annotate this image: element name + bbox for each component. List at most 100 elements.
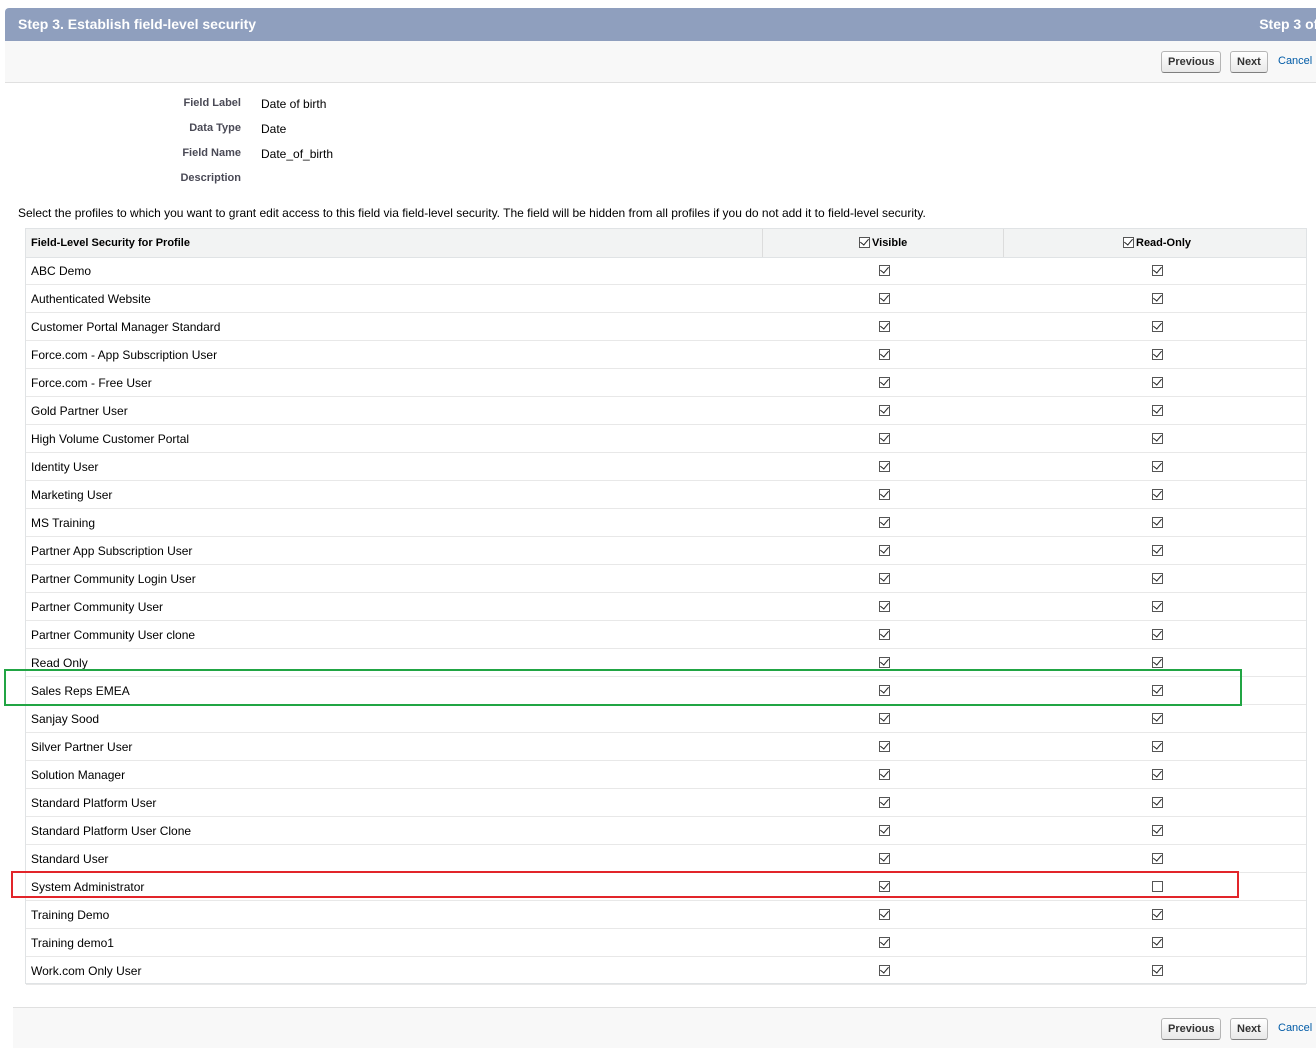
visible-checkbox[interactable] [879, 265, 890, 276]
previous-button-top[interactable]: Previous [1161, 51, 1222, 73]
visible-checkbox[interactable] [879, 741, 890, 752]
readonly-checkbox[interactable] [1152, 881, 1163, 892]
visible-checkbox[interactable] [879, 517, 890, 528]
readonly-checkbox[interactable] [1152, 937, 1163, 948]
visible-checkbox[interactable] [879, 769, 890, 780]
readonly-checkbox[interactable] [1152, 293, 1163, 304]
profile-name: Sales Reps EMEA [31, 684, 130, 698]
profile-name: Partner Community Login User [31, 572, 196, 586]
visible-checkbox[interactable] [879, 629, 890, 640]
top-button-bar: Previous Next Cancel [5, 41, 1316, 83]
visible-checkbox[interactable] [879, 825, 890, 836]
readonly-checkbox[interactable] [1152, 321, 1163, 332]
data-type-label: Data Type [189, 122, 241, 134]
table-row: Read Only [26, 649, 1306, 677]
visible-checkbox[interactable] [879, 797, 890, 808]
table-row: System Administrator [26, 873, 1306, 901]
profile-name: Partner App Subscription User [31, 544, 193, 558]
column-divider [762, 229, 763, 257]
profile-name: System Administrator [31, 880, 145, 894]
visible-checkbox[interactable] [879, 293, 890, 304]
next-button-bottom[interactable]: Next [1230, 1018, 1268, 1040]
visible-header-label: Visible [872, 237, 908, 249]
column-divider [1003, 229, 1004, 257]
readonly-checkbox[interactable] [1152, 573, 1163, 584]
table-row: Sanjay Sood [26, 705, 1306, 733]
readonly-checkbox[interactable] [1152, 909, 1163, 920]
readonly-checkbox[interactable] [1152, 741, 1163, 752]
readonly-checkbox[interactable] [1152, 349, 1163, 360]
profile-name: MS Training [31, 516, 96, 530]
readonly-checkbox[interactable] [1152, 685, 1163, 696]
visible-checkbox[interactable] [879, 461, 890, 472]
profile-name: Standard Platform User Clone [31, 824, 192, 838]
visible-checkbox[interactable] [879, 965, 890, 976]
readonly-checkbox[interactable] [1152, 377, 1163, 388]
fls-table: Field-Level Security for Profile Visible… [25, 228, 1307, 985]
visible-checkbox[interactable] [879, 489, 890, 500]
table-row: Gold Partner User [26, 397, 1306, 425]
readonly-checkbox[interactable] [1152, 545, 1163, 556]
next-button-top[interactable]: Next [1230, 51, 1268, 73]
visible-checkbox[interactable] [879, 685, 890, 696]
readonly-checkbox[interactable] [1152, 601, 1163, 612]
table-row: Work.com Only User [26, 957, 1306, 985]
visible-checkbox[interactable] [879, 601, 890, 612]
table-row: Force.com - App Subscription User [26, 341, 1306, 369]
visible-checkbox[interactable] [879, 349, 890, 360]
visible-checkbox[interactable] [879, 377, 890, 388]
visible-checkbox[interactable] [879, 545, 890, 556]
table-row: Training demo1 [26, 929, 1306, 957]
readonly-checkbox[interactable] [1152, 657, 1163, 668]
field-name-label: Field Name [182, 147, 241, 159]
visible-checkbox[interactable] [879, 657, 890, 668]
table-row: MS Training [26, 509, 1306, 537]
visible-checkbox[interactable] [879, 853, 890, 864]
select-all-visible-checkbox[interactable] [859, 236, 870, 248]
readonly-column-header: Read-Only [1123, 236, 1191, 249]
visible-checkbox[interactable] [879, 713, 890, 724]
readonly-checkbox[interactable] [1152, 517, 1163, 528]
profile-column-header: Field-Level Security for Profile [31, 237, 190, 249]
profile-name: Sanjay Sood [31, 712, 100, 726]
readonly-checkbox[interactable] [1152, 629, 1163, 640]
table-row: Partner App Subscription User [26, 537, 1306, 565]
readonly-checkbox[interactable] [1152, 797, 1163, 808]
table-header-row: Field-Level Security for Profile Visible… [26, 229, 1306, 258]
table-row: ABC Demo [26, 257, 1306, 285]
readonly-checkbox[interactable] [1152, 965, 1163, 976]
readonly-checkbox[interactable] [1152, 713, 1163, 724]
table-row: High Volume Customer Portal [26, 425, 1306, 453]
previous-button-bottom[interactable]: Previous [1161, 1018, 1222, 1040]
profile-name: ABC Demo [31, 264, 92, 278]
readonly-checkbox[interactable] [1152, 433, 1163, 444]
cancel-link-top[interactable]: Cancel [1278, 55, 1312, 67]
visible-checkbox[interactable] [879, 909, 890, 920]
readonly-checkbox[interactable] [1152, 265, 1163, 276]
cancel-link-bottom[interactable]: Cancel [1278, 1022, 1312, 1034]
table-row: Authenticated Website [26, 285, 1306, 313]
readonly-checkbox[interactable] [1152, 825, 1163, 836]
field-name-value: Date_of_birth [261, 147, 334, 161]
readonly-checkbox[interactable] [1152, 489, 1163, 500]
readonly-checkbox[interactable] [1152, 405, 1163, 416]
profile-name: Customer Portal Manager Standard [31, 320, 221, 334]
field-label-value: Date of birth [261, 97, 327, 111]
readonly-checkbox[interactable] [1152, 461, 1163, 472]
readonly-checkbox[interactable] [1152, 769, 1163, 780]
table-row: Partner Community Login User [26, 565, 1306, 593]
profile-name: Gold Partner User [31, 404, 128, 418]
visible-checkbox[interactable] [879, 321, 890, 332]
visible-checkbox[interactable] [879, 433, 890, 444]
profile-name: Authenticated Website [31, 292, 151, 306]
table-row: Solution Manager [26, 761, 1306, 789]
select-all-readonly-checkbox[interactable] [1123, 236, 1134, 248]
table-row: Partner Community User clone [26, 621, 1306, 649]
visible-checkbox[interactable] [879, 937, 890, 948]
table-row: Marketing User [26, 481, 1306, 509]
readonly-checkbox[interactable] [1152, 853, 1163, 864]
visible-checkbox[interactable] [879, 881, 890, 892]
visible-checkbox[interactable] [879, 573, 890, 584]
visible-checkbox[interactable] [879, 405, 890, 416]
table-row: Customer Portal Manager Standard [26, 313, 1306, 341]
